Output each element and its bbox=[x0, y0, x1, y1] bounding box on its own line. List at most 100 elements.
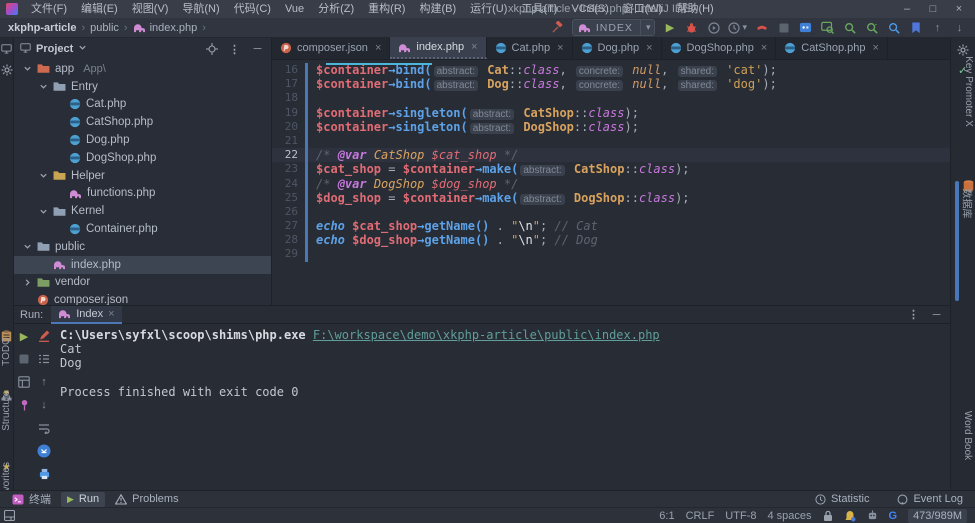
line-number[interactable]: 20 bbox=[272, 120, 298, 134]
line-number[interactable]: 18 bbox=[272, 91, 298, 105]
breadcrumb-item[interactable]: xkphp-article bbox=[8, 22, 76, 34]
debug-button[interactable] bbox=[684, 19, 699, 36]
tree-item-vendor[interactable]: vendor bbox=[14, 274, 271, 292]
up-button[interactable]: ↑ bbox=[36, 374, 52, 390]
tree-item-public[interactable]: public bbox=[14, 238, 271, 256]
clear-button[interactable] bbox=[36, 328, 52, 344]
run-configuration-selector[interactable]: INDEX▾ bbox=[572, 19, 656, 36]
line-number[interactable]: 25 bbox=[272, 191, 298, 205]
line-number[interactable]: 16 bbox=[272, 63, 298, 77]
line-number[interactable]: 23 bbox=[272, 162, 298, 176]
project-title[interactable]: Project bbox=[36, 43, 73, 55]
menu-item[interactable]: 分析(Z) bbox=[311, 0, 361, 18]
softwrap-button[interactable] bbox=[36, 420, 52, 436]
tree-item-helper[interactable]: Helper bbox=[14, 167, 271, 185]
toolwindow-button-终端[interactable]: 终端 bbox=[6, 492, 57, 507]
hammer-button[interactable] bbox=[550, 19, 565, 36]
gear-icon[interactable] bbox=[1, 64, 13, 76]
indent-setting[interactable]: 4 spaces bbox=[767, 510, 811, 522]
line-number[interactable]: 19 bbox=[272, 106, 298, 120]
tree-item-cat-php[interactable]: Cat.php bbox=[14, 96, 271, 114]
line-number[interactable]: 27 bbox=[272, 219, 298, 233]
stripe-label-favorites[interactable]: ★Favorites bbox=[0, 462, 13, 488]
tab-dog-php[interactable]: Dog.php× bbox=[573, 37, 662, 59]
tab-close-icon[interactable]: × bbox=[557, 42, 563, 54]
breadcrumb-item[interactable]: index.php bbox=[150, 22, 198, 34]
tree-item-catshop-php[interactable]: CatShop.php bbox=[14, 113, 271, 131]
menu-item[interactable]: 视图(V) bbox=[125, 0, 176, 18]
stripe-label-structure[interactable]: Structure bbox=[0, 390, 13, 416]
options-menu-button[interactable]: ⋮ bbox=[906, 306, 921, 323]
tab-cat-php[interactable]: Cat.php× bbox=[487, 37, 573, 59]
tree-item-dog-php[interactable]: Dog.php bbox=[14, 131, 271, 149]
tab-index-php[interactable]: index.php× bbox=[390, 37, 486, 59]
line-number[interactable]: 21 bbox=[272, 134, 298, 148]
tab-close-icon[interactable]: × bbox=[471, 41, 477, 53]
close-button[interactable]: × bbox=[947, 0, 971, 18]
toolwindow-button-statistic[interactable]: Statistic bbox=[809, 492, 876, 507]
nav-up-button[interactable]: ↑ bbox=[930, 19, 945, 36]
lock-icon[interactable] bbox=[823, 510, 833, 522]
menu-item[interactable]: 代码(C) bbox=[227, 0, 278, 18]
tree-item-app[interactable]: appApp\ bbox=[14, 60, 271, 78]
hide-panel-button[interactable]: ─ bbox=[929, 306, 944, 323]
toolwindow-button-event-log[interactable]: Event Log bbox=[891, 492, 969, 507]
line-number[interactable]: 22 bbox=[272, 148, 298, 162]
menu-item[interactable]: 重构(R) bbox=[361, 0, 412, 18]
tab-close-icon[interactable]: × bbox=[646, 42, 652, 54]
coverage-button[interactable] bbox=[706, 19, 721, 36]
hide-panel-button[interactable]: ─ bbox=[250, 41, 265, 58]
console-file-link[interactable]: F:\workspace\demo\xkphp-article\public\i… bbox=[313, 328, 660, 342]
stop-button[interactable] bbox=[16, 351, 32, 367]
options-menu-button[interactable]: ⋮ bbox=[227, 41, 242, 58]
list-button[interactable] bbox=[36, 351, 52, 367]
pin-button[interactable] bbox=[16, 397, 32, 413]
down-button[interactable]: ↓ bbox=[36, 397, 52, 413]
bookmark-button[interactable] bbox=[908, 19, 923, 36]
file-encoding[interactable]: UTF-8 bbox=[725, 510, 756, 522]
run-tab-index[interactable]: Index× bbox=[51, 306, 121, 324]
stripe-label-todo[interactable]: TODO bbox=[0, 330, 13, 357]
tree-item-dogshop-php[interactable]: DogShop.php bbox=[14, 149, 271, 167]
locate-file-button[interactable] bbox=[204, 41, 219, 58]
stripe-label-word-book[interactable]: Word Book bbox=[956, 430, 975, 441]
minimize-button[interactable]: – bbox=[895, 0, 919, 18]
rerun-button[interactable]: ▶ bbox=[16, 328, 32, 344]
line-number[interactable]: 28 bbox=[272, 233, 298, 247]
restore-layout-button[interactable] bbox=[16, 374, 32, 390]
tree-item-composer-json[interactable]: composer.json bbox=[14, 291, 271, 305]
tree-item-container-php[interactable]: Container.php bbox=[14, 220, 271, 238]
inspections-icon[interactable] bbox=[867, 510, 878, 521]
menu-item[interactable]: 文件(F) bbox=[24, 0, 74, 18]
menu-item[interactable]: Vue bbox=[278, 0, 311, 18]
run-button[interactable]: ▶ bbox=[662, 19, 677, 36]
caret-position[interactable]: 6:1 bbox=[659, 510, 674, 522]
stop-button[interactable] bbox=[776, 19, 791, 36]
maximize-button[interactable]: □ bbox=[921, 0, 945, 18]
toolwindow-button-run[interactable]: ▶Run bbox=[61, 492, 105, 507]
line-number[interactable]: 29 bbox=[272, 247, 298, 261]
line-ending[interactable]: CRLF bbox=[686, 510, 715, 522]
toolwindow-button-problems[interactable]: Problems bbox=[109, 492, 184, 507]
tree-item-functions-php[interactable]: functions.php bbox=[14, 185, 271, 203]
line-number[interactable]: 24 bbox=[272, 177, 298, 191]
tab-close-icon[interactable]: × bbox=[375, 42, 381, 54]
notifications-icon[interactable] bbox=[844, 510, 856, 522]
menu-item[interactable]: 运行(U) bbox=[463, 0, 514, 18]
tree-item-kernel[interactable]: Kernel bbox=[14, 202, 271, 220]
stripe-label-数据库[interactable]: 数据库 bbox=[956, 180, 975, 211]
google-translate-icon[interactable]: G bbox=[889, 510, 898, 522]
plugin-button[interactable] bbox=[798, 19, 813, 36]
tab-dogshop-php[interactable]: DogShop.php× bbox=[662, 37, 777, 59]
editor-settings-button[interactable] bbox=[957, 44, 969, 56]
code-editor[interactable]: 16$container→bind(abstract: Cat::class, … bbox=[272, 60, 950, 262]
tab-close-icon[interactable]: × bbox=[872, 42, 878, 54]
tab-catshop-php[interactable]: CatShop.php× bbox=[776, 37, 888, 59]
replace-button[interactable] bbox=[864, 19, 879, 36]
tool-windows-icon[interactable] bbox=[4, 510, 15, 521]
find-in-files-button[interactable] bbox=[820, 19, 835, 36]
line-number[interactable]: 17 bbox=[272, 77, 298, 91]
profiler-button[interactable]: ▾ bbox=[728, 19, 747, 36]
stripe-label-key-promoter-x[interactable]: Key Promoter X bbox=[956, 86, 975, 97]
tab-close-icon[interactable]: × bbox=[761, 42, 767, 54]
